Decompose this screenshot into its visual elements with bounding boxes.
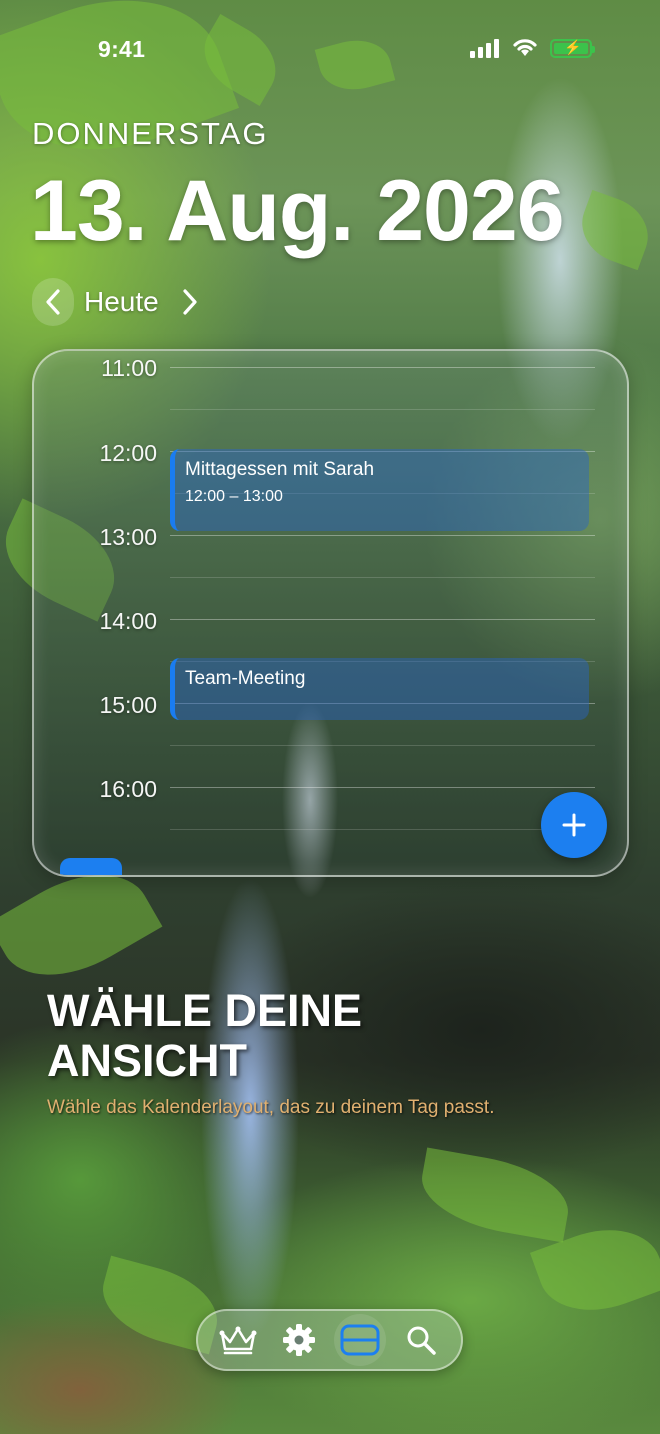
- promo-title: WÄHLE DEINE ANSICHT: [47, 985, 362, 1086]
- hour-label: 15:00: [99, 692, 157, 718]
- date-navigation: Heute: [32, 278, 211, 326]
- next-event-indicator: [60, 858, 122, 875]
- weekday-label: DONNERSTAG: [32, 116, 269, 151]
- next-day-button[interactable]: [169, 278, 211, 326]
- hour-label: 12:00: [99, 440, 157, 466]
- premium-tab[interactable]: [212, 1314, 264, 1366]
- hour-gridline: [170, 787, 595, 788]
- chevron-left-icon: [46, 289, 60, 315]
- hour-label: 14:00: [99, 608, 157, 634]
- today-button[interactable]: Heute: [74, 286, 169, 318]
- add-event-button[interactable]: [541, 792, 607, 858]
- half-hour-gridline: [170, 409, 595, 410]
- search-icon: [407, 1326, 436, 1355]
- calendar-view-icon: [340, 1324, 380, 1356]
- hour-gridline: [170, 367, 595, 368]
- calendar-event[interactable]: Mittagessen mit Sarah 12:00 – 13:00: [170, 449, 589, 531]
- hour-gridline: [170, 619, 595, 620]
- day-view-card[interactable]: 11:00 12:00 13:00 14:00 15:00 16:00 Mitt…: [32, 349, 629, 877]
- bottom-tab-bar: [196, 1309, 463, 1371]
- event-time: 12:00 – 13:00: [185, 488, 283, 505]
- cellular-signal-icon: [470, 38, 499, 58]
- crown-icon: [219, 1326, 257, 1355]
- calendar-view-tab[interactable]: [333, 1314, 386, 1366]
- status-time: 9:41: [98, 36, 146, 62]
- half-hour-gridline: [170, 577, 595, 578]
- half-hour-gridline: [170, 745, 595, 746]
- battery-icon: ⚡: [550, 39, 595, 58]
- previous-day-button[interactable]: [32, 278, 74, 326]
- hour-label: 13:00: [99, 524, 157, 550]
- hour-label: 16:00: [99, 776, 157, 802]
- hour-gridline: [170, 535, 595, 536]
- chevron-right-icon: [183, 289, 197, 315]
- plus-icon: [562, 813, 586, 837]
- date-title: 13. Aug. 2026: [30, 163, 565, 259]
- wifi-icon: [513, 39, 537, 56]
- calendar-event[interactable]: Team-Meeting: [170, 658, 589, 720]
- half-hour-gridline: [170, 829, 595, 830]
- gear-icon: [283, 1324, 316, 1356]
- promo-subtitle: Wähle das Kalenderlayout, das zu deinem …: [47, 1097, 495, 1118]
- hour-label: 11:00: [101, 355, 157, 381]
- event-title: Team-Meeting: [185, 668, 306, 689]
- status-bar: 9:41 ⚡: [0, 0, 660, 96]
- event-title: Mittagessen mit Sarah: [185, 459, 375, 480]
- settings-tab[interactable]: [273, 1314, 325, 1366]
- search-tab[interactable]: [395, 1314, 447, 1366]
